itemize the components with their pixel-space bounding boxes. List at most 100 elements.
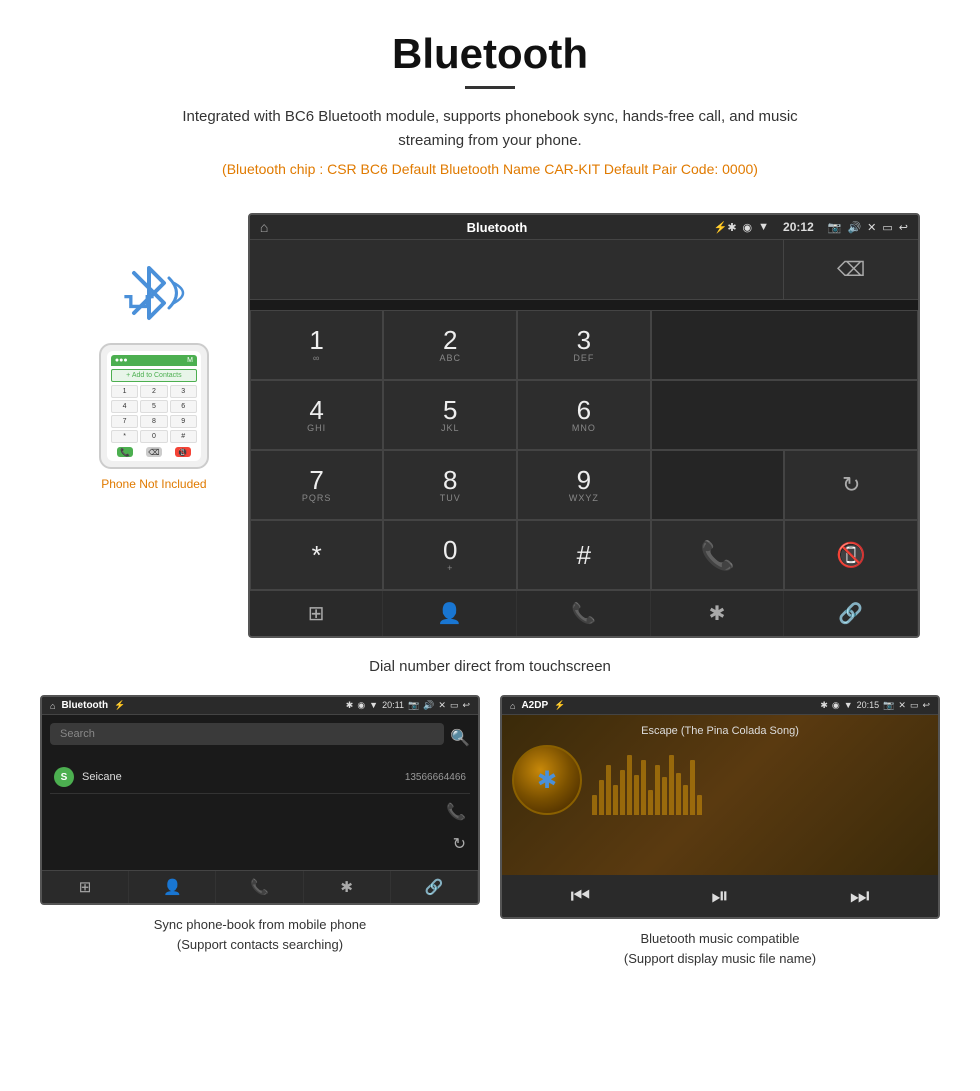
music-caption: Bluetooth music compatible(Support displ… <box>624 929 816 968</box>
pb-status-right: ✱◉▼ 20:11 📷🔊✕▭↩ <box>346 700 470 711</box>
pb-nav-link[interactable]: 🔗 <box>391 871 478 903</box>
music-screen: ⌂ A2DP ⚡ ✱◉▼ 20:15 📷✕▭↩ Escape (The Pina… <box>500 695 940 919</box>
dial-display <box>250 240 785 300</box>
song-title: Escape (The Pina Colada Song) <box>512 725 928 737</box>
album-bt-icon: ✱ <box>537 766 557 795</box>
phone-device-mockup: ●●●M + Add to Contacts 123 456 789 *0# 📞… <box>99 343 209 469</box>
phonebook-statusbar: ⌂ Bluetooth ⚡ ✱◉▼ 20:11 📷🔊✕▭↩ <box>42 697 478 715</box>
play-pause-button[interactable]: ⏯ <box>711 883 729 909</box>
nav-link[interactable]: 🔗 <box>784 591 918 636</box>
dial-empty-r2c4 <box>651 310 918 380</box>
nav-phone[interactable]: 📞 <box>517 591 651 636</box>
dial-empty-r4c4 <box>651 450 785 520</box>
call-green-button[interactable]: 📞 <box>651 520 785 590</box>
album-art: ✱ <box>512 745 582 815</box>
pb-nav-phone[interactable]: 📞 <box>216 871 303 903</box>
contact-row: S Seicane 13566664466 <box>50 761 470 794</box>
pb-usb-icon: ⚡ <box>114 700 125 711</box>
pb-nav-bluetooth[interactable]: ✱ <box>304 871 391 903</box>
music-visualizer <box>592 745 928 815</box>
music-home-icon: ⌂ <box>510 701 515 711</box>
music-screen-title: A2DP <box>521 700 548 711</box>
close-icon: ✕ <box>867 221 876 234</box>
main-section: ⍽ ●●●M + Add to Contacts 123 456 789 <box>0 203 980 648</box>
page-title: Bluetooth <box>20 30 960 78</box>
pb-nav-contacts[interactable]: 👤 <box>129 871 216 903</box>
phonebook-caption: Sync phone-book from mobile phone(Suppor… <box>154 915 366 954</box>
contact-name: Seicane <box>82 771 405 783</box>
phone-topbar: ●●●M <box>111 355 197 366</box>
dial-key-hash[interactable]: # <box>517 520 651 590</box>
phone-not-included-label: Phone Not Included <box>101 477 206 491</box>
location-icon: ◉ <box>743 221 753 234</box>
dial-key-star[interactable]: * <box>250 520 384 590</box>
music-main: ✱ <box>512 745 928 815</box>
back-icon: ↩ <box>899 221 908 234</box>
prev-button[interactable]: ⏮ <box>570 883 590 909</box>
pb-phone-icon[interactable]: 📞 <box>446 802 466 822</box>
side-icons: 📞 ↻ <box>50 794 470 862</box>
dial-key-8[interactable]: 8 TUV <box>383 450 517 520</box>
usb-icon: ⚡ <box>714 221 728 234</box>
bluetooth-icon: ⍽ <box>124 263 154 309</box>
contact-number: 13566664466 <box>405 772 466 783</box>
camera-icon: 📷 <box>828 221 842 234</box>
bluetooth-status-icon: ✱ <box>727 221 736 234</box>
nav-bluetooth[interactable]: ✱ <box>651 591 785 636</box>
dial-key-2[interactable]: 2 ABC <box>383 310 517 380</box>
nav-grid[interactable]: ⊞ <box>250 591 384 636</box>
dial-empty-r3c4 <box>651 380 918 450</box>
screen-title: Bluetooth <box>280 220 713 235</box>
phonebook-content: Search 🔍 S Seicane 13566664466 📞 ↻ <box>42 715 478 870</box>
page-description: Integrated with BC6 Bluetooth module, su… <box>150 105 830 153</box>
phone-bottom-bar: 📞 ⌫ 📵 <box>111 447 197 457</box>
volume-icon: 🔊 <box>847 221 861 234</box>
search-placeholder: Search <box>60 728 95 740</box>
window-icon: ▭ <box>882 221 892 234</box>
contact-avatar: S <box>54 767 74 787</box>
search-bar[interactable]: Search <box>50 723 444 745</box>
title-underline <box>465 86 515 89</box>
status-time: 20:12 <box>783 220 814 234</box>
phone-add-contact: + Add to Contacts <box>111 369 197 382</box>
main-statusbar: ⌂ Bluetooth ⚡ ✱ ◉ ▼ 20:12 📷 🔊 ✕ ▭ ↩ <box>250 215 918 240</box>
pb-reload-icon[interactable]: ↻ <box>453 834 466 854</box>
reload-button[interactable]: ↻ <box>784 450 918 520</box>
page-specs: (Bluetooth chip : CSR BC6 Default Blueto… <box>20 161 960 177</box>
home-icon: ⌂ <box>260 219 268 235</box>
music-controls: ⏮ ⏯ ⏭ <box>502 875 938 917</box>
dialpad-area: ⌫ 1 ∞ 2 ABC 3 DEF 4 GHI 5 JKL <box>250 240 918 590</box>
pb-bottom-nav: ⊞ 👤 📞 ✱ 🔗 <box>42 870 478 903</box>
nav-contacts[interactable]: 👤 <box>383 591 517 636</box>
dial-key-1[interactable]: 1 ∞ <box>250 310 384 380</box>
pb-time: 20:11 <box>382 700 404 711</box>
dial-key-4[interactable]: 4 GHI <box>250 380 384 450</box>
bluetooth-graphic: ⍽ <box>114 253 194 333</box>
next-button[interactable]: ⏭ <box>850 883 870 909</box>
backspace-button[interactable]: ⌫ <box>784 240 918 300</box>
bottom-screens: ⌂ Bluetooth ⚡ ✱◉▼ 20:11 📷🔊✕▭↩ Search 🔍 <box>0 695 980 988</box>
dial-key-9[interactable]: 9 WXYZ <box>517 450 651 520</box>
dial-key-7[interactable]: 7 PQRS <box>250 450 384 520</box>
dial-key-5[interactable]: 5 JKL <box>383 380 517 450</box>
music-block: ⌂ A2DP ⚡ ✱◉▼ 20:15 📷✕▭↩ Escape (The Pina… <box>500 695 940 968</box>
music-statusbar: ⌂ A2DP ⚡ ✱◉▼ 20:15 📷✕▭↩ <box>502 697 938 715</box>
music-status-right: ✱◉▼ 20:15 📷✕▭↩ <box>820 700 930 711</box>
phone-keypad: 123 456 789 *0# <box>111 385 197 443</box>
dial-key-0[interactable]: 0 + <box>383 520 517 590</box>
search-icon[interactable]: 🔍 <box>450 728 470 748</box>
dial-key-6[interactable]: 6 MNO <box>517 380 651 450</box>
phonebook-block: ⌂ Bluetooth ⚡ ✱◉▼ 20:11 📷🔊✕▭↩ Search 🔍 <box>40 695 480 968</box>
main-screen-mockup: ⌂ Bluetooth ⚡ ✱ ◉ ▼ 20:12 📷 🔊 ✕ ▭ ↩ ⌫ 1 <box>248 213 920 638</box>
pb-screen-title: Bluetooth <box>61 700 108 711</box>
music-time: 20:15 <box>857 700 880 711</box>
signal-icon: ▼ <box>758 221 769 233</box>
dial-key-3[interactable]: 3 DEF <box>517 310 651 380</box>
call-red-button[interactable]: 📵 <box>784 520 918 590</box>
phonebook-screen: ⌂ Bluetooth ⚡ ✱◉▼ 20:11 📷🔊✕▭↩ Search 🔍 <box>40 695 480 905</box>
main-caption: Dial number direct from touchscreen <box>0 648 980 695</box>
page-header: Bluetooth Integrated with BC6 Bluetooth … <box>0 0 980 203</box>
pb-home-icon: ⌂ <box>50 701 55 711</box>
pb-nav-grid[interactable]: ⊞ <box>42 871 129 903</box>
status-icons: ✱ ◉ ▼ 20:12 📷 🔊 ✕ ▭ ↩ <box>727 220 908 234</box>
